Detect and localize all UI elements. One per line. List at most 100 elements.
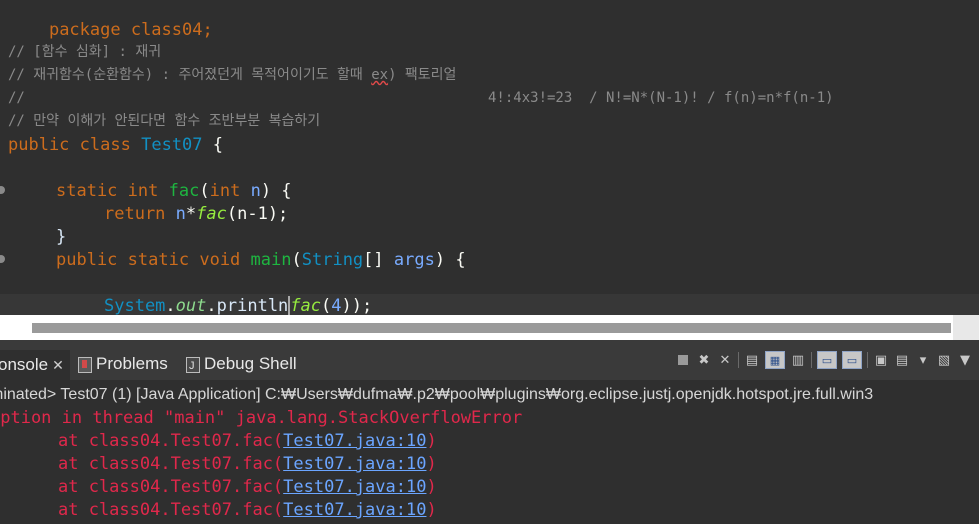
package-statement: package class04; [48, 20, 213, 40]
static-field: out [175, 296, 207, 315]
comment-slashes: // [8, 90, 25, 106]
open-console-icon: ▧ [937, 352, 951, 368]
class-name: Test07 [141, 135, 203, 155]
console-launch-header: minated> Test07 (1) [Java Application] C… [0, 386, 874, 403]
terminate-button[interactable] [675, 352, 691, 368]
problems-icon [78, 356, 92, 373]
dot: . [206, 296, 217, 315]
tab-debug-label: Debug Shell [204, 354, 297, 373]
scroll-lock-button[interactable]: ▦ [765, 351, 785, 369]
open-console-button[interactable]: ▧ [936, 352, 952, 368]
paren: ( [291, 250, 302, 270]
number-literal: 4 [331, 296, 342, 315]
tab-problems[interactable]: Problems [78, 348, 168, 380]
source-link[interactable]: Test07.java:10 [283, 500, 426, 520]
param-name: n [240, 181, 261, 201]
show-on-output-button[interactable]: ▭ [817, 351, 837, 369]
stack-trace-line: at class04.Test07.fac(Test07.java:10) [58, 476, 437, 499]
trace-frame: at class04.Test07.fac( [58, 431, 284, 451]
keyword: int [127, 181, 159, 201]
exception-line: eption in thread "main" java.lang.StackO… [0, 408, 523, 428]
comment-text: // 재귀함수(순환함수) : 주어졌던게 목적어이기도 할때 [8, 67, 372, 83]
pin-console-button[interactable]: ▣ [873, 352, 889, 368]
console-output[interactable]: minated> Test07 (1) [Java Application] C… [0, 380, 979, 524]
keyword: static [56, 181, 118, 201]
keyword: public [56, 250, 118, 270]
param-type: int [209, 181, 241, 201]
view-menu-icon: ▼ [960, 352, 970, 368]
keyword: return [104, 204, 166, 224]
tab-console-label: onsole [0, 355, 49, 374]
source-link[interactable]: Test07.java:10 [283, 477, 426, 497]
remove-launch-button[interactable]: ✖ [696, 352, 712, 368]
close-parens: )); [341, 296, 373, 315]
code-line-close-brace: } [56, 227, 67, 247]
toolbar-separator [811, 352, 812, 368]
display-selected-console-dropdown[interactable]: ▾ [915, 352, 931, 368]
keyword: static [127, 250, 190, 270]
tab-console[interactable]: onsole ✕ [0, 350, 70, 380]
chevron-down-icon: ▾ [919, 352, 927, 368]
scrollbar-thumb[interactable] [32, 323, 951, 333]
tab-debug-shell[interactable]: Debug Shell [186, 348, 297, 382]
remove-launch-icon: ✖ [698, 352, 710, 368]
clear-console-button[interactable]: ▤ [744, 352, 760, 368]
comment-text-end: ) 팩토리얼 [388, 67, 457, 83]
keyword: public [8, 135, 70, 155]
show-on-error-button[interactable]: ▭ [842, 351, 862, 369]
code-line-return: return n*fac(n-1); [104, 203, 288, 226]
trace-close: ) [426, 500, 437, 520]
stack-trace-line: at class04.Test07.fac(Test07.java:10) [58, 453, 437, 476]
code-line-fac-decl: static int fac(int n) { [56, 180, 292, 203]
paren: ( [321, 296, 332, 315]
stack-trace-line: at class04.Test07.fac(Test07.java:10) [58, 430, 437, 453]
word-wrap-button[interactable]: ▥ [790, 352, 806, 368]
method-call: println [216, 296, 289, 315]
comment-formula: 4!:4x3!=23 / N!=N*(N-1)! / f(n)=n*f(n-1) [488, 90, 834, 106]
close-icon[interactable]: ✕ [52, 357, 64, 373]
trace-close: ) [426, 431, 437, 451]
remove-all-button[interactable]: ✕ [717, 352, 733, 368]
comment-line-3: // 4!:4x3!=23 / N!=N*(N-1)! / f(n)=n*f(n-… [8, 87, 834, 110]
keyword: class [79, 135, 131, 155]
terminate-icon [678, 355, 688, 365]
param-name: args [393, 250, 435, 270]
static-call: fac [290, 296, 322, 315]
pin-console-icon: ▣ [874, 352, 888, 368]
source-link[interactable]: Test07.java:10 [283, 454, 426, 474]
comment-line-4: // 만약 이해가 안된다면 함수 조반부분 복습하기 [8, 113, 321, 129]
static-call: fac [196, 204, 227, 224]
fold-marker-fac[interactable] [0, 186, 5, 194]
code-editor[interactable]: package class04; // [함수 심화] : 재귀 // 재귀함수… [0, 0, 979, 315]
trace-close: ) [426, 477, 437, 497]
dot: . [165, 296, 176, 315]
toolbar-separator [738, 352, 739, 368]
source-link[interactable]: Test07.java:10 [283, 431, 426, 451]
trace-frame: at class04.Test07.fac( [58, 454, 284, 474]
show-stdout-icon: ▭ [821, 353, 833, 367]
fold-marker-main[interactable] [0, 255, 5, 263]
trace-frame: at class04.Test07.fac( [58, 500, 284, 520]
editor-horizontal-scrollbar[interactable] [0, 315, 979, 340]
array-brackets: [] [363, 250, 394, 270]
paren: ( [199, 181, 210, 201]
view-menu-button[interactable]: ▼ [957, 352, 973, 368]
toolbar-separator [867, 352, 868, 368]
remove-all-icon: ✕ [719, 352, 731, 368]
stack-trace-line: at class04.Test07.fac(Test07.java:10) [58, 499, 437, 522]
debug-shell-icon [186, 350, 200, 382]
console-toolbar: ✖ ✕ ▤ ▦ ▥ ▭ ▭ ▣ ▤ ▾ ▧ ▼ [675, 350, 973, 370]
scroll-lock-icon: ▦ [769, 353, 781, 367]
class-ref: System [104, 296, 166, 315]
show-stderr-icon: ▭ [846, 353, 858, 367]
operator: * [185, 204, 197, 224]
paren-brace: ) { [434, 250, 466, 270]
clear-console-icon: ▤ [745, 352, 759, 368]
display-selected-console-button[interactable]: ▤ [894, 352, 910, 368]
code-line-main-decl: public static void main(String[] args) { [56, 249, 466, 272]
code-line-package: package class04; [8, 0, 213, 40]
scrollbar-corner [953, 315, 979, 340]
word-wrap-icon: ▥ [791, 352, 805, 368]
method-name: fac [168, 181, 200, 201]
tab-problems-label: Problems [96, 354, 168, 373]
